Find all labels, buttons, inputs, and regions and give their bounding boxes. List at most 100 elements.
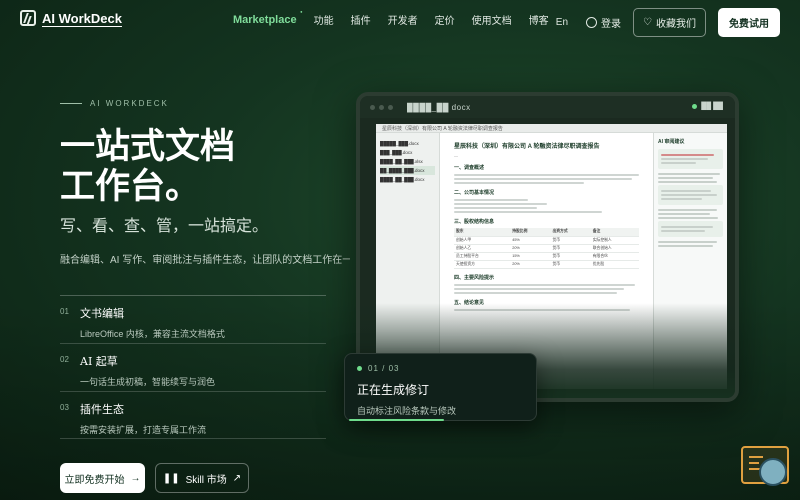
login-label: 登录 xyxy=(601,19,622,30)
file-item[interactable]: ██_████_███.docx xyxy=(380,166,435,175)
start-free-label: 立即免费开始 xyxy=(64,474,125,486)
text-line xyxy=(661,158,709,160)
text-line xyxy=(454,182,584,184)
suggestion-card[interactable] xyxy=(658,149,723,169)
assistant-widget[interactable] xyxy=(741,446,791,486)
text-line xyxy=(661,154,715,156)
doc-section-heading: 二、公司基本情况 xyxy=(454,190,495,196)
table-cell: 货币 xyxy=(550,236,591,245)
text-line xyxy=(454,178,632,180)
file-item[interactable]: ████_██_███.docx xyxy=(380,175,435,184)
table-cell: 45% xyxy=(510,236,551,245)
eyebrow-text: AI WORKDECK xyxy=(90,99,169,108)
logo-text: AI WorkDeck xyxy=(42,10,122,26)
hero-title: 一站式文档 工作台。 xyxy=(60,127,340,207)
generation-status-card: 01 / 03 正在生成修订 自动标注风险条款与修改 xyxy=(344,353,537,421)
language-switch[interactable]: En xyxy=(556,17,568,28)
nav-links: Marketplace 功能 插件 开发者 定价 使用文档 博客 xyxy=(233,9,549,28)
terminal-line xyxy=(749,462,759,464)
table-row: 创始人乙 20% 货币 联合创始人 xyxy=(454,244,639,253)
hero-title-line1: 一站式文档 xyxy=(60,126,236,167)
text-line xyxy=(658,241,717,243)
nav-link-developers[interactable]: 开发者 xyxy=(388,12,418,27)
preview-titlebar: ████_██ docx ██ ██ xyxy=(360,96,735,118)
table-cell: 20% xyxy=(510,244,551,253)
table-cell: 优先股 xyxy=(590,260,639,269)
table-cell: 出资方式 xyxy=(550,228,591,237)
favorite-label: 收藏我们 xyxy=(656,19,696,30)
file-item[interactable]: ███_███.docx xyxy=(380,148,435,157)
status-desc: 自动标注风险条款与修改 xyxy=(357,406,457,416)
text-line xyxy=(658,181,717,183)
nav-right: En 登录 ♡ 收藏我们 免费试用 xyxy=(556,8,780,37)
doc-section-heading: 一、调查概述 xyxy=(454,165,485,171)
table-cell: 创始人乙 xyxy=(454,244,511,253)
text-line xyxy=(661,230,706,232)
table-cell: 联合创始人 xyxy=(590,244,639,253)
feature-title: 插件生态 xyxy=(80,403,124,416)
feature-desc: 按需安装扩展，打造专属工作流 xyxy=(80,425,207,435)
table-cell: 备注 xyxy=(590,228,639,237)
feature-number: 03 xyxy=(60,403,69,412)
feature-number: 02 xyxy=(60,355,69,364)
table-cell: 货币 xyxy=(550,244,591,253)
table-cell: 实际控制人 xyxy=(590,236,639,245)
window-dot-icon xyxy=(388,104,393,110)
nav-link-docs[interactable]: 使用文档 xyxy=(472,12,512,27)
text-line xyxy=(658,245,714,247)
login-link[interactable]: 登录 xyxy=(586,15,621,30)
document-meta: — xyxy=(454,153,458,158)
logo[interactable]: AI WorkDeck xyxy=(20,10,122,26)
panel-title: AI 审阅建议 xyxy=(658,139,685,145)
nav-link-pricing[interactable]: 定价 xyxy=(435,12,455,27)
arrow-right-icon: → xyxy=(130,472,141,484)
window-dot-icon xyxy=(370,104,375,110)
feature-desc: LibreOffice 内核，兼容主流文档格式 xyxy=(80,329,225,339)
suggestion-card[interactable] xyxy=(658,185,723,205)
feature-title: 文书编辑 xyxy=(80,307,124,320)
text-line xyxy=(454,291,617,294)
text-line xyxy=(661,190,712,192)
step-indicator: 01 / 03 xyxy=(357,364,524,373)
text-line xyxy=(454,211,602,213)
generation-progress-bar xyxy=(349,419,444,421)
skill-market-label: Skill 市场 xyxy=(185,474,227,486)
feature-number: 01 xyxy=(60,307,69,316)
status-title: 正在生成修订 xyxy=(357,383,430,397)
text-line xyxy=(454,207,538,209)
hero-subtitle: 写、看、查、管，一站搞定。 xyxy=(60,216,269,235)
text-line xyxy=(454,174,639,176)
text-line xyxy=(658,177,714,179)
table-row: 员工持股平台 15% 货币 有限合伙 xyxy=(454,252,639,261)
doc-section-heading: 四、主要风险提示 xyxy=(454,274,495,281)
feature-item[interactable]: 02 AI 起草 一句话生成初稿，智能续写与润色 xyxy=(60,343,326,391)
terminal-line xyxy=(749,456,763,458)
text-line xyxy=(454,199,528,201)
feature-title: AI 起草 xyxy=(80,355,118,368)
logo-mark-icon xyxy=(20,10,36,26)
eyebrow: AI WORKDECK xyxy=(60,99,169,108)
table-cell: 创始人甲 xyxy=(454,236,511,245)
doc-section-heading: 三、股权结构信息 xyxy=(454,219,495,225)
free-trial-button[interactable]: 免费试用 xyxy=(718,8,780,37)
start-free-button[interactable]: 立即免费开始 → xyxy=(60,463,145,493)
preview-filename: ████_██ docx xyxy=(407,102,471,112)
feature-desc: 一句话生成初稿，智能续写与润色 xyxy=(80,377,216,387)
table-cell: 有限合伙 xyxy=(590,252,639,261)
nav-link-plugins[interactable]: 插件 xyxy=(351,12,371,27)
suggestion-card[interactable] xyxy=(658,221,723,237)
table-row: 股东 持股比例 出资方式 备注 xyxy=(454,228,639,237)
feature-item[interactable]: 03 插件生态 按需安装扩展，打造专属工作流 xyxy=(60,391,326,439)
favorite-button[interactable]: ♡ 收藏我们 xyxy=(633,8,706,37)
nav-link-features[interactable]: 功能 xyxy=(314,12,334,27)
text-line xyxy=(661,162,697,164)
file-item[interactable]: ████_██_███.xlsx xyxy=(380,157,435,166)
shareholder-table: 股东 持股比例 出资方式 备注 创始人甲 45% 货币 实际控制人 创始人乙 2… xyxy=(454,228,639,269)
feature-item[interactable]: 01 文书编辑 LibreOffice 内核，兼容主流文档格式 xyxy=(60,295,326,343)
skill-market-button[interactable]: ❚❚ Skill 市场 ↗ xyxy=(155,463,249,493)
nav-link-marketplace[interactable]: Marketplace xyxy=(233,9,302,26)
text-line xyxy=(661,198,703,200)
preview-status-label: ██ ██ xyxy=(701,103,723,110)
file-item[interactable]: █████_███.docx xyxy=(380,139,435,148)
nav-link-blog[interactable]: 博客 xyxy=(529,12,549,27)
